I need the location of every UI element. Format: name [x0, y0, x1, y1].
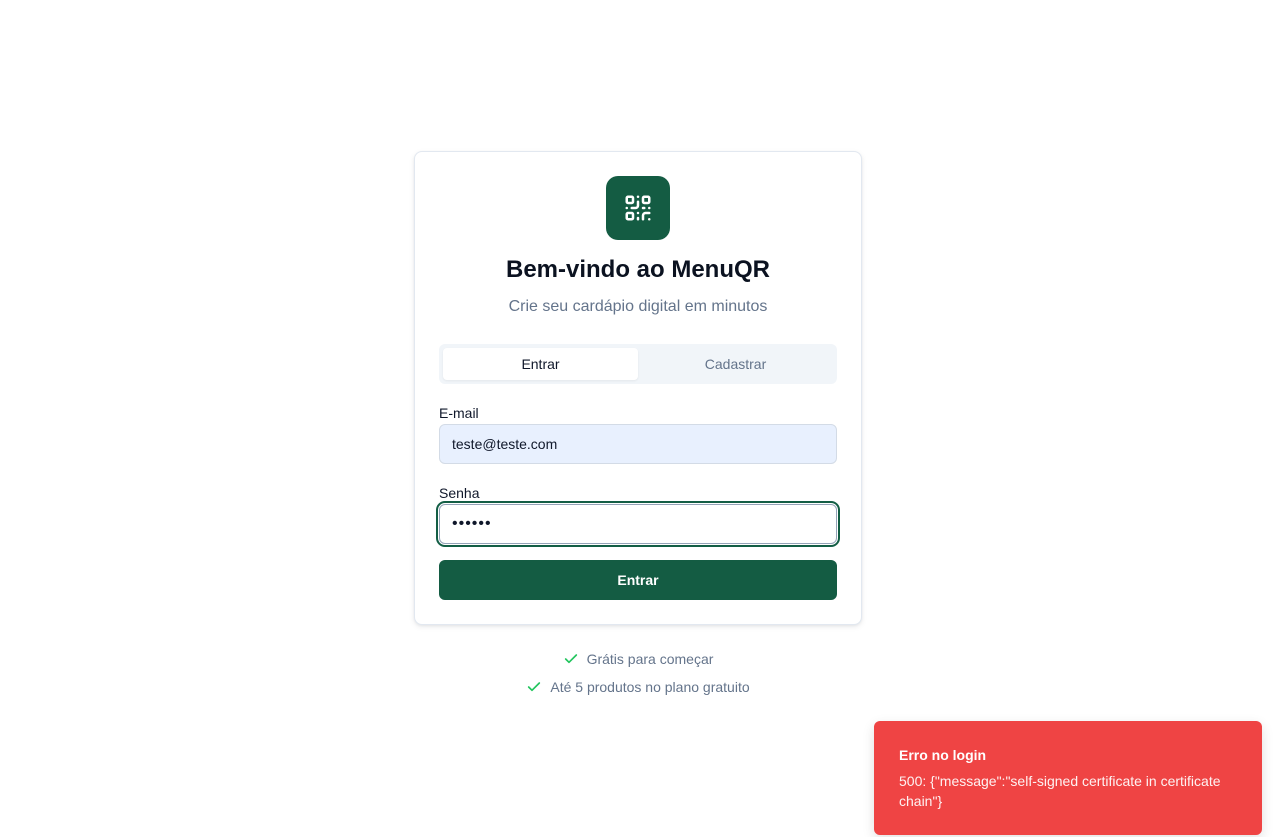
- email-label: E-mail: [439, 405, 479, 421]
- page-title: Bem-vindo ao MenuQR: [505, 256, 770, 283]
- toast-title: Erro no login: [899, 747, 987, 763]
- page-subtitle: Crie seu cardápio digital em minutos: [508, 298, 768, 315]
- feature-list: Grátis para começar Até 5 produtos no pl…: [414, 650, 862, 706]
- logo: [606, 176, 670, 240]
- feature-text: Até 5 produtos no plano gratuito: [550, 679, 750, 695]
- check-icon: [563, 651, 579, 667]
- feature-text: Grátis para começar: [586, 651, 714, 667]
- login-button[interactable]: Entrar: [439, 560, 837, 600]
- auth-tabs: Entrar Cadastrar: [439, 344, 837, 384]
- qr-code-icon: [625, 195, 651, 221]
- feature-item: Até 5 produtos no plano gratuito: [414, 678, 862, 696]
- login-card: Bem-vindo ao MenuQR Crie seu cardápio di…: [414, 151, 862, 625]
- tab-cadastrar[interactable]: Cadastrar: [638, 348, 833, 380]
- password-label: Senha: [439, 485, 480, 501]
- toast-message: 500: {"message":"self-signed certificate…: [899, 773, 1221, 809]
- check-icon: [526, 679, 542, 695]
- tab-entrar[interactable]: Entrar: [443, 348, 638, 380]
- password-field[interactable]: ••••••: [436, 501, 840, 547]
- error-toast[interactable]: Erro no login 500: {"message":"self-sign…: [874, 721, 1262, 835]
- email-field[interactable]: teste@teste.com: [439, 424, 837, 464]
- feature-item: Grátis para começar: [414, 650, 862, 668]
